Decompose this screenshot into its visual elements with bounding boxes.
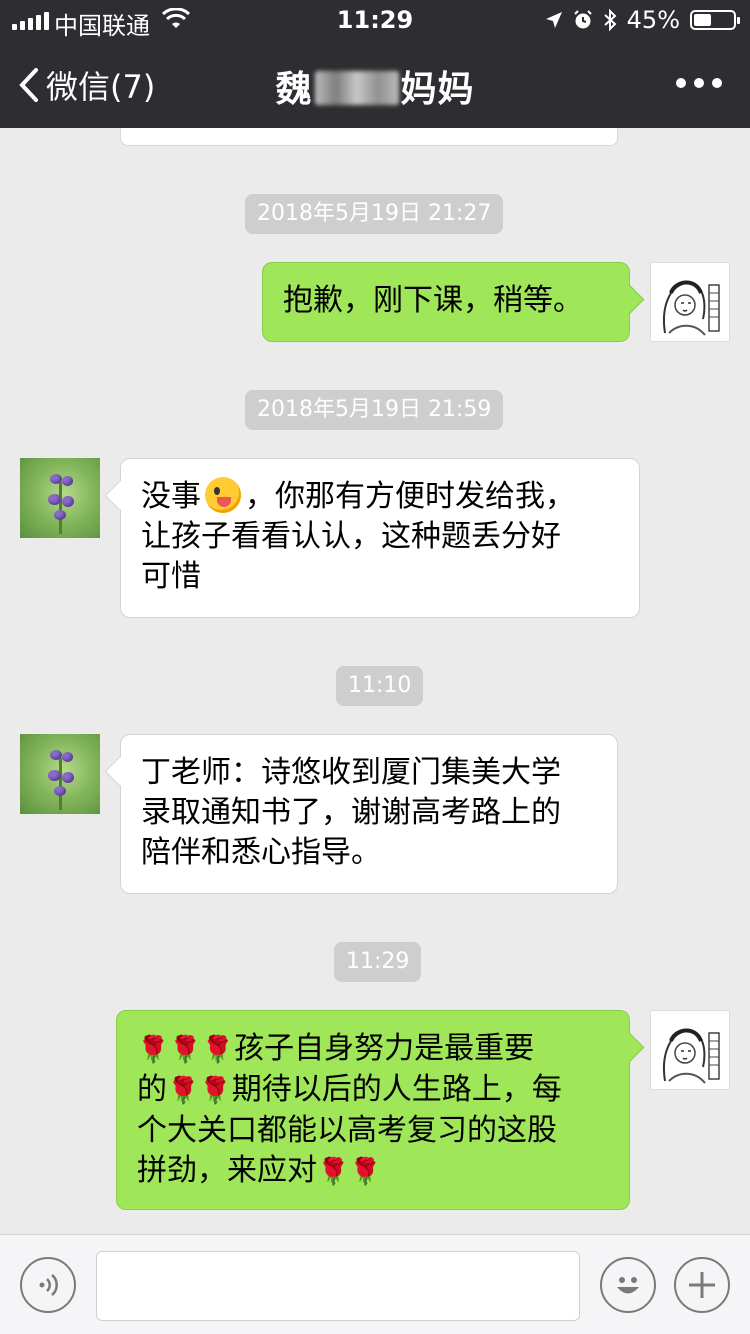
rose-icon: 🌹 <box>349 1157 382 1187</box>
status-right: 45% <box>545 6 740 34</box>
sent-message-bubble[interactable]: 🌹🌹🌹孩子自身努力是最重要 的🌹🌹期待以后的人生路上，每 个大关口都能以高考复习… <box>116 1010 630 1210</box>
voice-icon <box>39 1274 58 1296</box>
battery-percent: 45% <box>626 6 680 34</box>
my-avatar[interactable] <box>650 1010 730 1090</box>
received-message-bubble[interactable]: 丁老师：诗悠收到厦门集美大学 录取通知书了，谢谢高考路上的 陪伴和悉心指导。 <box>120 734 618 894</box>
location-icon <box>545 12 562 28</box>
alarm-icon <box>573 10 592 29</box>
message-input[interactable] <box>96 1251 580 1321</box>
plus-icon <box>689 1272 715 1298</box>
timestamp: 11:29 <box>334 942 422 982</box>
sketch-girl-avatar-icon <box>663 280 720 336</box>
rose-icon: 🌹 <box>167 1076 200 1106</box>
rose-icon: 🌹 <box>137 1035 170 1065</box>
emoji-button[interactable] <box>600 1257 656 1313</box>
battery-icon <box>690 10 740 30</box>
rose-icon: 🌹 <box>317 1157 350 1187</box>
received-message-bubble[interactable]: 没事 ，你那有方便时发给我， 让孩子看看认认，这种题丢分好 可惜 <box>120 458 640 618</box>
message-text-line: 拼劲，来应对 <box>137 1153 317 1188</box>
chat-area[interactable]: 2018年5月19日 21:27 抱歉，刚下课，稍等。 2018年5月19日 2… <box>0 128 750 1234</box>
message-text-line: 录取通知书了，谢谢高考路上的 <box>141 795 561 830</box>
message-text-line: 孩子自身努力是最重要 <box>234 1031 535 1066</box>
message-text-part: 期待以后的人生路上，每 <box>231 1072 562 1107</box>
emoji-icon <box>617 1277 639 1294</box>
rose-icon: 🌹 <box>169 1035 202 1065</box>
nav-bar: 微信(7) 魏妈妈 <box>0 40 750 128</box>
timestamp: 2018年5月19日 21:59 <box>245 390 504 430</box>
chat-title: 魏 妈妈 <box>0 60 750 112</box>
more-options-icon[interactable] <box>676 78 722 88</box>
message-text-line: 个大关口都能以高考复习的这股 <box>137 1113 557 1148</box>
sent-message-bubble[interactable]: 抱歉，刚下课，稍等。 <box>262 262 630 342</box>
bluetooth-icon <box>603 9 617 31</box>
message-text-part: 让孩子看看认认，这种题丢分好 <box>141 519 561 554</box>
add-button[interactable] <box>674 1257 730 1313</box>
input-bar <box>0 1234 750 1334</box>
rose-icon: 🌹 <box>199 1076 232 1106</box>
previous-message-bubble <box>120 128 618 146</box>
message-text-part: 可惜 <box>141 559 201 594</box>
top-bar: 中国联通 11:29 45% 微信(7) 魏妈妈 <box>0 0 750 128</box>
title-prefix: 魏 <box>275 69 313 110</box>
message-text-part: ，你那有方便时发给我， <box>245 479 575 514</box>
status-bar: 中国联通 11:29 45% <box>0 0 750 40</box>
message-text-part: 的 <box>137 1072 167 1107</box>
timestamp: 2018年5月19日 21:27 <box>245 194 504 234</box>
message-text-part: 没事 <box>141 479 201 514</box>
message-text-line: 陪伴和悉心指导。 <box>141 835 381 870</box>
redacted-name-blur <box>314 71 399 105</box>
title-suffix: 妈妈 <box>400 69 475 110</box>
voice-button[interactable] <box>20 1257 76 1313</box>
rose-icon: 🌹 <box>201 1035 235 1065</box>
contact-avatar[interactable] <box>20 458 100 538</box>
message-text: 抱歉，刚下课，稍等。 <box>283 283 583 318</box>
contact-avatar[interactable] <box>20 734 100 814</box>
sketch-girl-avatar-icon <box>663 1028 720 1084</box>
message-text-line: 丁老师：诗悠收到厦门集美大学 <box>141 755 561 790</box>
winking-tongue-emoji-icon <box>205 477 241 513</box>
my-avatar[interactable] <box>650 262 730 342</box>
timestamp: 11:10 <box>336 666 424 706</box>
